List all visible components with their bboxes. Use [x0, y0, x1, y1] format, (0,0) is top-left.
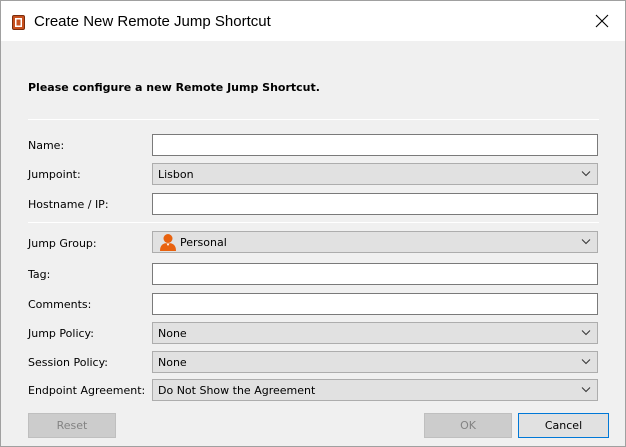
jump-policy-label: Jump Policy: — [28, 327, 94, 340]
tag-field[interactable] — [152, 263, 598, 285]
close-icon — [595, 14, 609, 28]
chevron-down-icon — [581, 387, 591, 393]
chevron-down-icon — [581, 359, 591, 365]
jump-policy-value: None — [158, 327, 187, 340]
chevron-down-icon — [581, 330, 591, 336]
endpoint-agreement-value: Do Not Show the Agreement — [158, 384, 316, 397]
session-policy-value: None — [158, 356, 187, 369]
session-policy-select[interactable]: None — [152, 351, 598, 373]
endpoint-agreement-label: Endpoint Agreement: — [28, 384, 146, 397]
divider-top — [28, 119, 599, 120]
reset-button[interactable]: Reset — [28, 413, 116, 438]
remote-jump-app-icon — [12, 15, 25, 30]
hostname-field[interactable] — [152, 193, 598, 215]
divider-middle — [28, 222, 599, 223]
name-field[interactable] — [152, 134, 598, 156]
name-label: Name: — [28, 139, 65, 152]
session-policy-label: Session Policy: — [28, 356, 109, 369]
close-button[interactable] — [579, 1, 625, 41]
chevron-down-icon — [581, 171, 591, 177]
hostname-label: Hostname / IP: — [28, 198, 109, 211]
ok-button[interactable]: OK — [424, 413, 512, 438]
jumpoint-select[interactable]: Lisbon — [152, 163, 598, 185]
title-bar: Create New Remote Jump Shortcut — [1, 1, 625, 41]
comments-field[interactable] — [152, 293, 598, 315]
endpoint-agreement-select[interactable]: Do Not Show the Agreement — [152, 379, 598, 401]
comments-label: Comments: — [28, 298, 92, 311]
dialog-title: Create New Remote Jump Shortcut — [34, 13, 271, 30]
jumpoint-value: Lisbon — [158, 168, 194, 181]
cancel-button[interactable]: Cancel — [518, 413, 609, 438]
jump-group-label: Jump Group: — [28, 237, 97, 250]
instructions-heading: Please configure a new Remote Jump Short… — [28, 81, 320, 94]
person-icon — [160, 234, 176, 251]
jump-group-select[interactable]: Personal — [152, 231, 598, 253]
tag-label: Tag: — [28, 268, 51, 281]
jump-group-value: Personal — [180, 236, 227, 249]
create-shortcut-dialog: Create New Remote Jump Shortcut Please c… — [0, 0, 626, 447]
chevron-down-icon — [581, 239, 591, 245]
jumpoint-label: Jumpoint: — [28, 168, 81, 181]
jump-policy-select[interactable]: None — [152, 322, 598, 344]
